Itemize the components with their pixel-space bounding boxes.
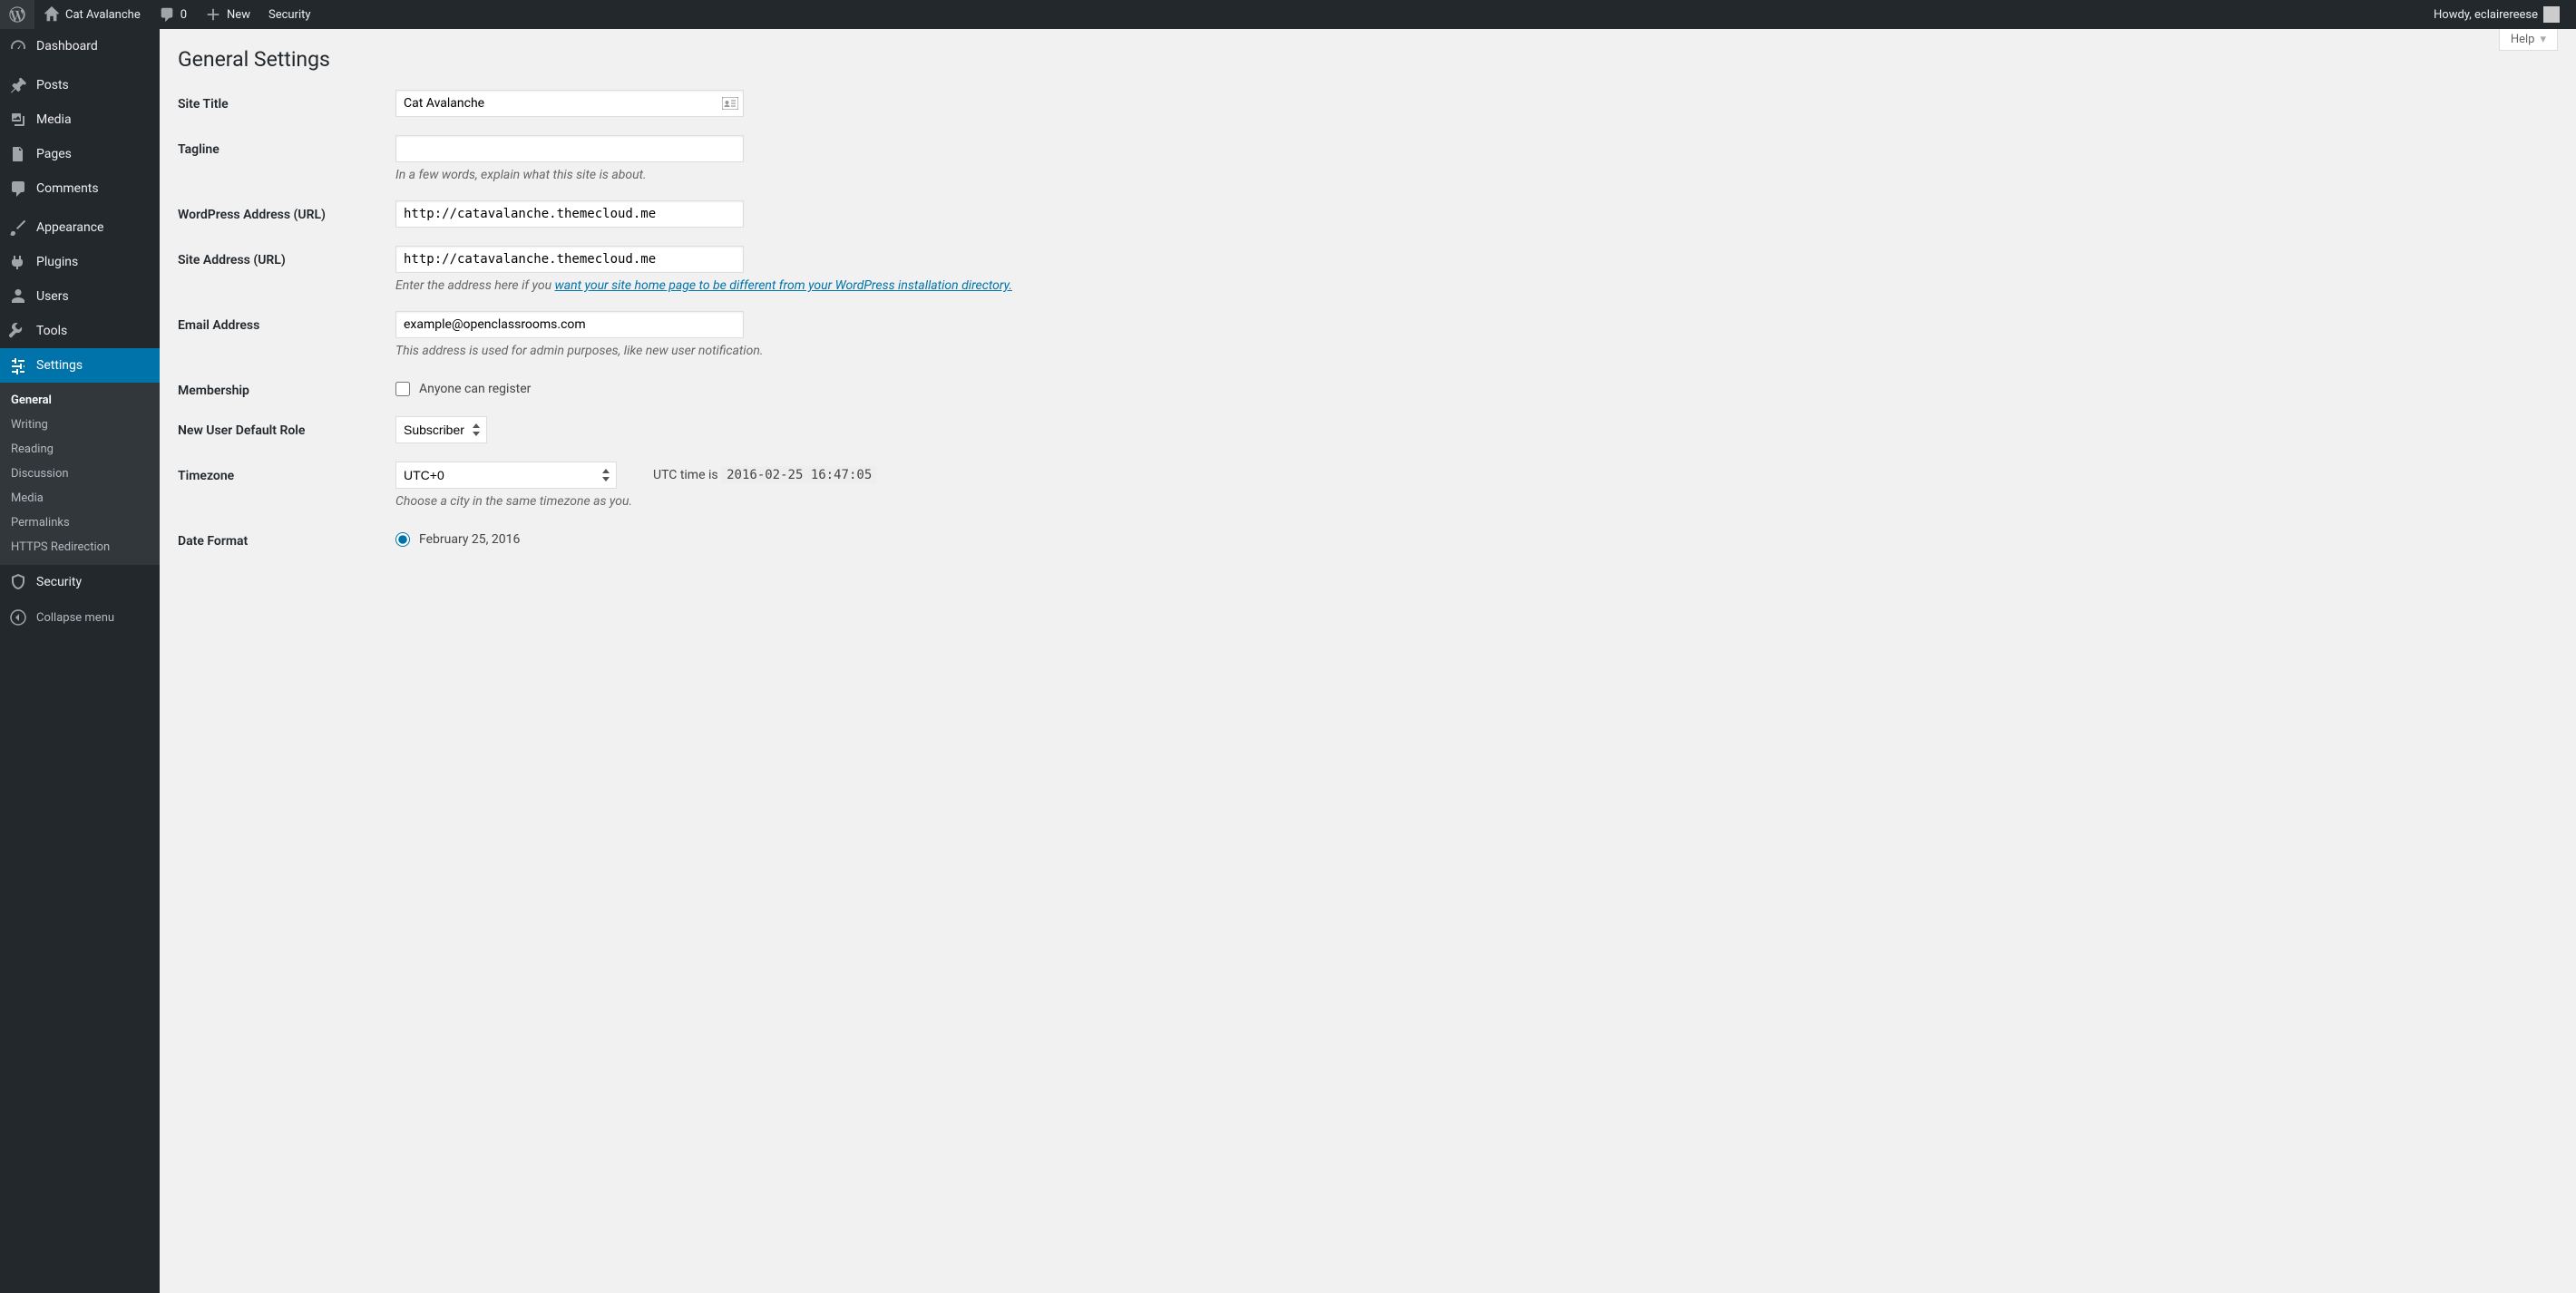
brush-icon	[9, 219, 27, 237]
submenu-item-writing[interactable]: Writing	[0, 413, 160, 437]
sidebar-item-posts[interactable]: Posts	[0, 68, 160, 102]
submenu-item-general[interactable]: General	[0, 388, 160, 413]
site-url-help-link[interactable]: want your site home page to be different…	[555, 278, 1012, 293]
site-url-label: Site Address (URL)	[178, 246, 395, 267]
utc-time-display: UTC time is 2016-02-25 16:47:05	[653, 468, 877, 482]
membership-label: Membership	[178, 376, 395, 398]
wp-url-label: WordPress Address (URL)	[178, 200, 395, 222]
sidebar-item-appearance[interactable]: Appearance	[0, 210, 160, 245]
new-label: New	[227, 8, 250, 22]
membership-checkbox-label: Anyone can register	[419, 382, 531, 396]
sidebar-item-pages[interactable]: Pages	[0, 137, 160, 171]
comments-count: 0	[181, 8, 187, 22]
media-icon	[9, 111, 27, 129]
sidebar-item-comments[interactable]: Comments	[0, 171, 160, 206]
collapse-label: Collapse menu	[36, 611, 114, 625]
default-role-select[interactable]: Subscriber	[395, 416, 487, 443]
date-format-label: Date Format	[178, 527, 395, 549]
security-link[interactable]: Security	[259, 0, 320, 29]
user-icon	[9, 287, 27, 306]
wordpress-logo-icon	[9, 6, 25, 23]
autofill-contact-icon	[722, 97, 738, 110]
timezone-select[interactable]: UTC+0	[395, 462, 617, 489]
sidebar-item-label: Media	[36, 112, 72, 127]
sidebar-item-dashboard[interactable]: Dashboard	[0, 29, 160, 63]
sidebar-item-label: Posts	[36, 78, 69, 92]
email-input[interactable]	[395, 311, 744, 338]
sidebar-item-label: Dashboard	[36, 39, 98, 53]
comment-icon	[159, 6, 175, 23]
sidebar-item-label: Pages	[36, 147, 72, 161]
sidebar-item-label: Users	[36, 289, 69, 304]
site-url-input[interactable]	[395, 246, 744, 273]
submenu-item-permalinks[interactable]: Permalinks	[0, 510, 160, 535]
wp-url-input[interactable]	[395, 200, 744, 228]
sidebar-item-plugins[interactable]: Plugins	[0, 245, 160, 279]
shield-icon	[9, 573, 27, 591]
sidebar-item-users[interactable]: Users	[0, 279, 160, 314]
main-content: Help ▾ General Settings Site Title Tagli…	[160, 29, 2576, 1293]
email-label: Email Address	[178, 311, 395, 333]
howdy-label: Howdy, eclairereese	[2434, 8, 2538, 22]
settings-submenu: General Writing Reading Discussion Media…	[0, 383, 160, 565]
sidebar-item-media[interactable]: Media	[0, 102, 160, 137]
comment-icon	[9, 180, 27, 198]
chevron-down-icon: ▾	[2540, 33, 2546, 46]
sidebar-item-label: Comments	[36, 181, 99, 196]
my-account-link[interactable]: Howdy, eclairereese	[2425, 0, 2569, 29]
pin-icon	[9, 76, 27, 94]
sidebar-item-settings[interactable]: Settings	[0, 348, 160, 383]
sidebar-item-label: Appearance	[36, 220, 103, 235]
sidebar-item-label: Settings	[36, 358, 83, 373]
submenu-item-reading[interactable]: Reading	[0, 437, 160, 462]
timezone-label: Timezone	[178, 462, 395, 483]
collapse-icon	[9, 608, 27, 627]
page-icon	[9, 145, 27, 163]
tagline-description: In a few words, explain what this site i…	[395, 168, 2558, 182]
home-icon	[44, 6, 60, 23]
site-title-input[interactable]	[395, 90, 744, 117]
site-name-label: Cat Avalanche	[65, 8, 141, 22]
submenu-item-media[interactable]: Media	[0, 486, 160, 510]
help-tab-button[interactable]: Help ▾	[2499, 29, 2558, 51]
comments-link[interactable]: 0	[150, 0, 196, 29]
date-format-option-label: February 25, 2016	[419, 532, 520, 547]
default-role-label: New User Default Role	[178, 416, 395, 438]
site-name-link[interactable]: Cat Avalanche	[34, 0, 150, 29]
admin-sidebar: Dashboard Posts Media Pages Comments App…	[0, 29, 160, 1293]
collapse-menu-button[interactable]: Collapse menu	[0, 599, 160, 636]
page-title: General Settings	[178, 29, 2558, 90]
plug-icon	[9, 253, 27, 271]
tagline-input[interactable]	[395, 135, 744, 162]
plus-icon	[205, 6, 221, 23]
sidebar-item-label: Tools	[36, 324, 67, 338]
tagline-label: Tagline	[178, 135, 395, 157]
avatar-icon	[2543, 6, 2560, 23]
sidebar-item-label: Security	[36, 575, 82, 589]
sliders-icon	[9, 356, 27, 374]
wp-logo-menu[interactable]	[0, 0, 34, 29]
dashboard-icon	[9, 37, 27, 55]
wrench-icon	[9, 322, 27, 340]
email-description: This address is used for admin purposes,…	[395, 344, 2558, 358]
new-content-link[interactable]: New	[196, 0, 259, 29]
membership-checkbox[interactable]	[395, 382, 410, 396]
site-title-label: Site Title	[178, 90, 395, 112]
submenu-item-discussion[interactable]: Discussion	[0, 462, 160, 486]
sidebar-item-label: Plugins	[36, 255, 78, 269]
sidebar-item-tools[interactable]: Tools	[0, 314, 160, 348]
admin-bar: Cat Avalanche 0 New Security Howdy, ecla…	[0, 0, 2576, 29]
sidebar-item-security[interactable]: Security	[0, 565, 160, 599]
site-url-description: Enter the address here if you want your …	[395, 278, 2558, 293]
help-label: Help	[2511, 33, 2535, 46]
timezone-description: Choose a city in the same timezone as yo…	[395, 494, 2558, 509]
submenu-item-https[interactable]: HTTPS Redirection	[0, 535, 160, 559]
date-format-radio-1[interactable]	[395, 532, 410, 547]
security-label: Security	[268, 8, 311, 22]
